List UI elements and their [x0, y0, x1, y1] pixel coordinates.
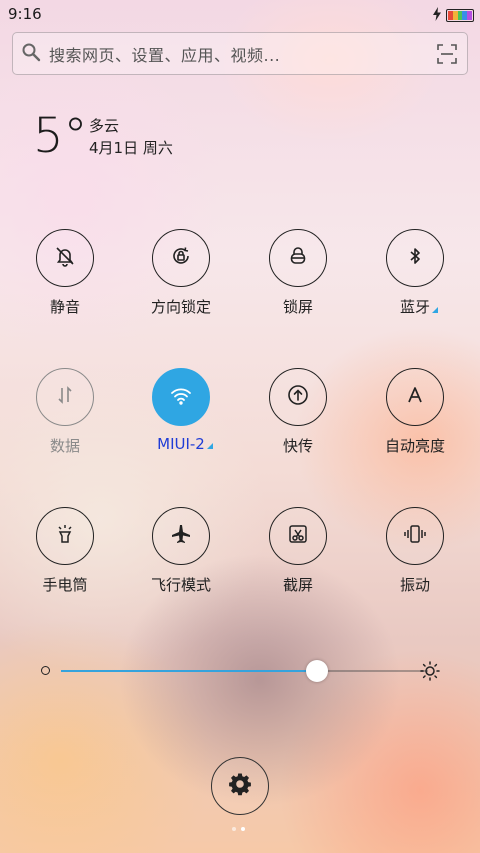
toggle-flashlight-button[interactable] — [36, 507, 94, 565]
toggle-rotation-lock[interactable]: 方向锁定 — [131, 229, 231, 317]
toggle-lock-screen[interactable]: 锁屏 — [248, 229, 348, 317]
toggle-mobile-data-button[interactable] — [36, 368, 94, 426]
toggle-flashlight-label: 手电筒 — [42, 576, 88, 594]
bluetooth-label-text: 蓝牙 — [399, 298, 430, 316]
toggle-vibrate[interactable]: 振动 — [365, 507, 465, 595]
rotation-lock-icon — [170, 245, 192, 271]
bluetooth-icon — [404, 245, 426, 271]
toggle-wifi-label: MIUI-2 — [157, 435, 213, 453]
toggle-mute[interactable]: 静音 — [15, 229, 115, 317]
search-icon — [21, 42, 41, 66]
status-icons — [432, 6, 474, 25]
page-indicator — [232, 827, 245, 831]
toggle-auto-brightness[interactable]: 自动亮度 — [365, 368, 465, 456]
toggle-rotation-lock-button[interactable] — [152, 229, 210, 287]
brightness-low-icon — [41, 666, 50, 675]
wifi-network-name: MIUI-2 — [157, 435, 205, 453]
toggle-bluetooth[interactable]: 蓝牙 — [365, 229, 465, 317]
battery-segment — [467, 11, 472, 20]
toggle-flashlight[interactable]: 手电筒 — [15, 507, 115, 595]
toggle-wifi[interactable]: MIUI-2 — [131, 368, 231, 453]
wifi-icon — [169, 384, 193, 410]
temperature: 5° — [33, 108, 88, 164]
status-bar: 9:16 — [0, 0, 480, 28]
toggle-mobile-data-label: 数据 — [49, 437, 80, 455]
battery-icon — [446, 9, 474, 22]
brightness-track[interactable] — [61, 660, 428, 682]
bell-off-icon — [54, 245, 76, 271]
wifi-menu-indicator — [206, 443, 213, 449]
brightness-fill — [61, 670, 317, 672]
toggle-screenshot[interactable]: 截屏 — [248, 507, 348, 595]
toggle-vibrate-label: 振动 — [399, 576, 430, 594]
page-dot — [241, 827, 245, 831]
status-time: 9:16 — [8, 5, 42, 23]
toggle-rotation-lock-label: 方向锁定 — [150, 298, 211, 316]
toggle-screenshot-button[interactable] — [269, 507, 327, 565]
toggle-bluetooth-button[interactable] — [386, 229, 444, 287]
toggle-mute-button[interactable] — [36, 229, 94, 287]
toggle-quick-transfer-button[interactable] — [269, 368, 327, 426]
toggle-vibrate-button[interactable] — [386, 507, 444, 565]
toggle-bluetooth-label: 蓝牙 — [399, 296, 438, 317]
toggle-mute-label: 静音 — [49, 298, 80, 316]
toggle-auto-brightness-button[interactable] — [386, 368, 444, 426]
lock-icon — [287, 245, 309, 271]
page-dot — [232, 827, 236, 831]
screenshot-icon — [287, 523, 309, 549]
weather-condition: 多云 — [89, 117, 120, 135]
toggle-wifi-button[interactable] — [152, 368, 210, 426]
brightness-thumb[interactable] — [306, 660, 328, 682]
bluetooth-menu-indicator — [432, 307, 438, 313]
toggle-lock-screen-label: 锁屏 — [282, 298, 313, 316]
brightness-slider[interactable] — [40, 660, 450, 684]
toggle-quick-transfer-label: 快传 — [282, 437, 313, 455]
brightness-high-icon — [419, 660, 441, 686]
airplane-icon — [170, 523, 192, 549]
toggle-airplane-mode-label: 飞行模式 — [150, 576, 211, 594]
gear-icon — [228, 772, 252, 800]
toggle-quick-transfer[interactable]: 快传 — [248, 368, 348, 456]
toggle-mobile-data[interactable]: 数据 — [15, 368, 115, 456]
toggle-airplane-mode-button[interactable] — [152, 507, 210, 565]
toggle-lock-screen-button[interactable] — [269, 229, 327, 287]
search-bar[interactable]: 搜索网页、设置、应用、视频... — [12, 32, 468, 75]
vibrate-icon — [403, 523, 427, 549]
toggle-auto-brightness-label: 自动亮度 — [384, 437, 445, 455]
weather-date: 4月1日 周六 — [89, 139, 173, 157]
auto-brightness-icon — [404, 384, 426, 410]
toggle-screenshot-label: 截屏 — [282, 576, 313, 594]
search-input[interactable]: 搜索网页、设置、应用、视频... — [49, 42, 280, 66]
mobile-data-icon — [54, 384, 76, 410]
scan-icon[interactable] — [437, 44, 457, 68]
toggle-airplane-mode[interactable]: 飞行模式 — [131, 507, 231, 595]
settings-button[interactable] — [211, 757, 269, 815]
transfer-icon — [286, 383, 310, 411]
charging-icon — [432, 6, 442, 25]
flashlight-icon — [54, 523, 76, 549]
